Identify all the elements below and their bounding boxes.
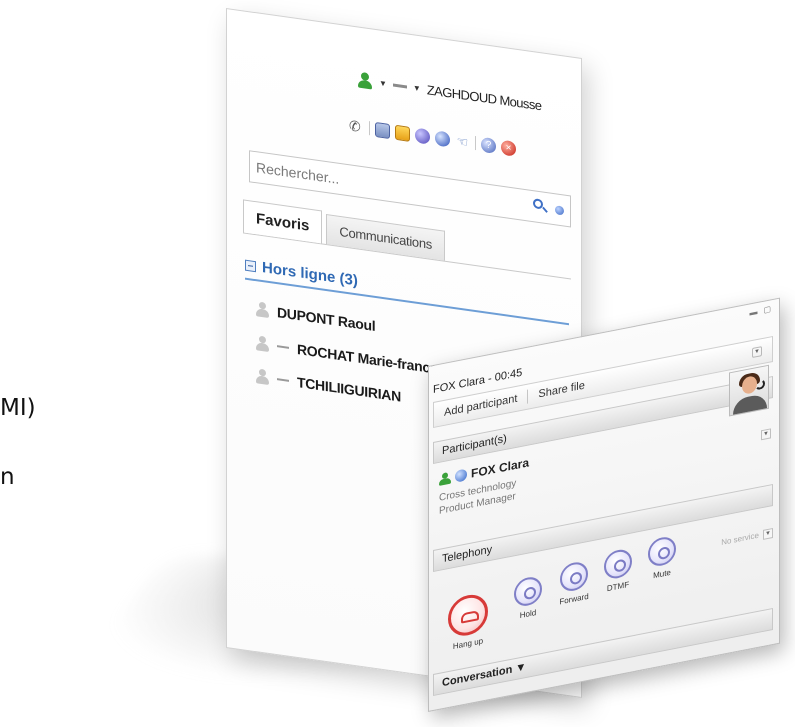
add-participant-button[interactable]: Add participant <box>444 393 517 419</box>
hang-up-label: Hang up <box>452 636 484 652</box>
contact-name: TCHILIIGUIRIAN <box>297 373 401 405</box>
contact-card-icon[interactable] <box>375 121 390 139</box>
actions-divider <box>527 389 529 404</box>
main-toolbar: ✆ ☜ ? × <box>349 114 573 167</box>
screenshot-stage: MI) n ▼ ▼ ZAGHDOUD Mousse ✆ ☜ ? × Recher… <box>0 0 795 727</box>
dtmf-keypad-icon <box>604 547 632 581</box>
clipped-left-text-line-2: n <box>0 464 15 490</box>
dtmf-button[interactable]: DTMF <box>593 545 643 596</box>
dtmf-label: DTMF <box>606 579 630 594</box>
mood-dash-icon[interactable] <box>392 82 407 88</box>
participant-name: FOX Clara <box>471 455 530 481</box>
toolbar-divider <box>475 135 476 151</box>
offline-user-icon <box>255 368 269 386</box>
status-caret-icon[interactable]: ▼ <box>379 78 387 88</box>
close-icon[interactable]: × <box>501 139 516 157</box>
forward-button[interactable]: Forward <box>549 558 599 609</box>
online-user-icon <box>439 472 451 486</box>
communication-window: ▬ ▢ FOX Clara - 00:45 Add participant Sh… <box>428 297 780 712</box>
search-icon[interactable] <box>532 197 552 218</box>
actions-dropdown-icon[interactable]: ▼ <box>752 346 762 359</box>
forward-icon <box>560 559 588 594</box>
participant-avatar <box>729 364 769 417</box>
window-controls: ▬ ▢ <box>749 304 771 317</box>
participant-dropdown-icon[interactable]: ▼ <box>761 428 771 441</box>
globe-icon[interactable] <box>415 127 430 145</box>
user-status-row: ▼ ▼ ZAGHDOUD Mousse <box>357 67 571 121</box>
hold-icon <box>514 574 542 609</box>
tab-favoris[interactable]: Favoris <box>243 199 323 244</box>
toolbar-divider <box>369 121 370 136</box>
help-icon[interactable]: ? <box>481 136 496 154</box>
mood-caret-icon[interactable]: ▼ <box>413 83 421 93</box>
group-label: Hors ligne (3) <box>262 258 358 290</box>
phone-icon[interactable]: ✆ <box>349 117 364 135</box>
hang-up-icon <box>448 591 488 640</box>
user-name: ZAGHDOUD Mousse <box>426 81 542 113</box>
mute-label: Mute <box>653 567 671 581</box>
mute-button[interactable]: Mute <box>637 533 687 584</box>
hold-label: Hold <box>519 607 537 621</box>
offline-user-icon <box>255 301 269 319</box>
mail-icon[interactable] <box>395 124 410 142</box>
share-file-button[interactable]: Share file <box>538 380 584 401</box>
collapse-icon[interactable] <box>245 259 256 272</box>
hang-up-button[interactable]: Hang up <box>443 590 493 653</box>
online-user-icon[interactable] <box>357 71 373 90</box>
mute-icon <box>648 534 676 569</box>
search-options-icon[interactable] <box>555 204 564 216</box>
clipped-left-text-line-1: MI) <box>0 395 36 421</box>
globe-icon <box>455 468 467 483</box>
presence-ball-icon[interactable] <box>435 129 450 147</box>
contact-name: DUPONT Raoul <box>277 304 376 334</box>
tab-communications[interactable]: Communications <box>326 214 445 261</box>
mood-dash-icon <box>277 345 289 349</box>
service-dropdown-icon[interactable]: ▼ <box>763 527 773 540</box>
contact-name: ROCHAT Marie-france <box>297 340 438 377</box>
minimize-icon[interactable]: ▬ <box>749 307 757 318</box>
hand-icon[interactable]: ☜ <box>455 133 470 150</box>
maximize-icon[interactable]: ▢ <box>763 304 771 314</box>
search-input[interactable] <box>256 159 528 214</box>
mood-dash-icon <box>277 378 289 382</box>
forward-label: Forward <box>559 591 589 607</box>
hold-button[interactable]: Hold <box>503 573 553 624</box>
offline-user-icon <box>255 335 269 353</box>
